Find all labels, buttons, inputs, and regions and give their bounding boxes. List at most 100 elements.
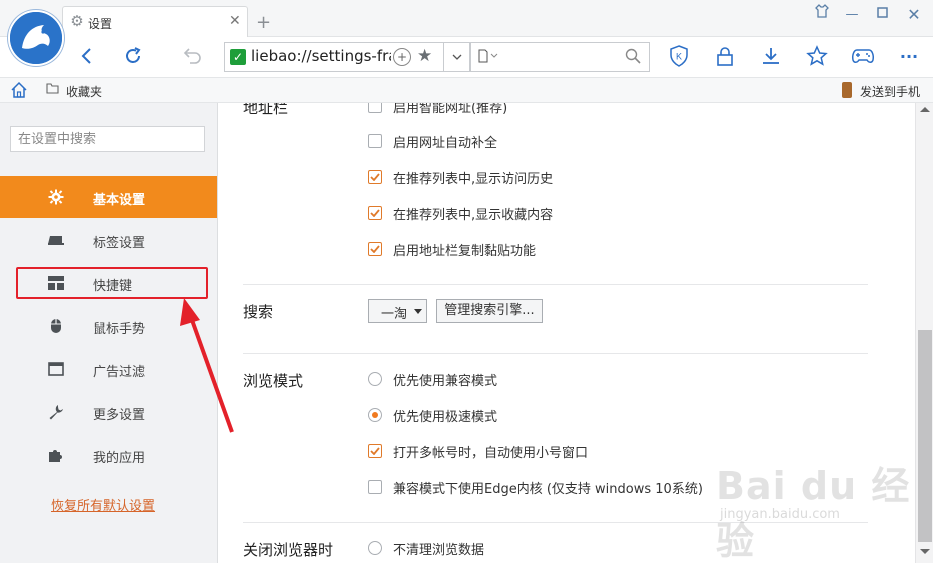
game-button[interactable] [848, 41, 878, 71]
option-copy-paste[interactable]: 启用地址栏复制黏贴功能 [368, 240, 536, 259]
undo-icon [183, 48, 201, 64]
checkmark-icon [370, 173, 380, 181]
checkmark-icon [370, 209, 380, 217]
skin-icon[interactable] [808, 4, 836, 26]
sidebar-item-label: 广告过滤 [93, 365, 146, 380]
new-tab-button[interactable]: + [256, 14, 271, 32]
refresh-button[interactable] [118, 41, 148, 71]
title-bar: ⚙ 设置 ✕ + — ✕ [0, 0, 933, 37]
bookmarks-bar: 收藏夹 发送到手机 [0, 78, 933, 103]
address-dropdown-button[interactable] [443, 43, 470, 71]
scroll-down-arrow-icon[interactable] [920, 549, 930, 554]
shield-icon: K [670, 45, 688, 67]
option-label: 打开多帐号时，自动使用小号窗口 [393, 445, 589, 461]
sidebar-item-ad-filter[interactable]: 广告过滤 [0, 348, 217, 390]
section-title-search: 搜索 [243, 303, 274, 321]
tab-title: 设置 [88, 17, 113, 31]
sidebar-item-my-apps[interactable]: 我的应用 [0, 434, 217, 476]
sidebar-item-label: 我的应用 [93, 451, 146, 466]
option-show-history[interactable]: 在推荐列表中,显示访问历史 [368, 168, 553, 187]
search-engine-icon[interactable] [477, 49, 499, 67]
undo-close-tab-button[interactable] [178, 41, 208, 71]
content-scrollbar[interactable] [915, 103, 933, 563]
window-close-button[interactable]: ✕ [900, 4, 928, 26]
toolbar-search-box[interactable] [470, 42, 650, 72]
sidebar-item-label: 更多设置 [93, 408, 146, 423]
option-keep-browsing-data[interactable]: 不清理浏览数据 [368, 539, 485, 558]
option-label: 启用网址自动补全 [393, 135, 498, 151]
sidebar-item-tab-settings[interactable]: 标签设置 [0, 219, 217, 261]
tab-settings[interactable]: ⚙ 设置 ✕ [62, 6, 248, 37]
download-button[interactable] [756, 41, 786, 71]
window-icon [48, 361, 64, 377]
bookmark-star-icon[interactable]: ★ [417, 46, 432, 66]
favorites-button[interactable] [802, 41, 832, 71]
restore-defaults-link[interactable]: 恢复所有默认设置 [51, 495, 155, 514]
chevron-down-icon [452, 54, 462, 60]
checkbox[interactable] [368, 103, 382, 113]
option-label: 优先使用极速模式 [393, 409, 498, 425]
section-title-on-close: 关闭浏览器时 [243, 541, 334, 559]
section-divider [243, 353, 868, 354]
option-smart-url[interactable]: 启用智能网址(推荐) [368, 103, 508, 116]
add-page-icon[interactable]: + [393, 48, 411, 66]
close-icon[interactable]: ✕ [229, 14, 241, 28]
section-divider [243, 522, 868, 523]
settings-search-input[interactable] [10, 126, 205, 152]
section-title-address-bar: 地址栏 [243, 103, 289, 117]
lock-icon [717, 47, 733, 66]
sidebar-item-more-settings[interactable]: 更多设置 [0, 391, 217, 433]
checkbox[interactable] [368, 134, 382, 148]
sidebar-item-mouse-gestures[interactable]: 鼠标手势 [0, 305, 217, 347]
download-icon [763, 48, 779, 64]
more-menu-button[interactable]: ··· [894, 41, 924, 71]
sidebar-item-label: 鼠标手势 [93, 322, 146, 337]
scrollbar-thumb[interactable] [918, 330, 932, 542]
tab-icon [48, 232, 64, 248]
search-engine-select[interactable]: 一淘 [368, 299, 427, 323]
secure-check-icon: ✓ [230, 49, 246, 65]
option-compat-mode[interactable]: 优先使用兼容模式 [368, 370, 497, 389]
checkbox-checked[interactable] [368, 444, 382, 458]
gear-icon: ⚙ [70, 12, 84, 30]
option-label: 不清理浏览数据 [393, 542, 485, 558]
send-to-phone-label[interactable]: 发送到手机 [860, 83, 920, 100]
checkbox-checked[interactable] [368, 206, 382, 220]
folder-icon [46, 83, 59, 98]
option-show-favorites[interactable]: 在推荐列表中,显示收藏内容 [368, 204, 553, 223]
minimize-button[interactable]: — [838, 4, 866, 26]
option-url-autocomplete[interactable]: 启用网址自动补全 [368, 132, 498, 151]
radio[interactable] [368, 372, 382, 386]
checkbox[interactable] [368, 480, 382, 494]
checkmark-icon [370, 245, 380, 253]
radio[interactable] [368, 541, 382, 555]
option-speed-mode[interactable]: 优先使用极速模式 [368, 406, 498, 425]
bookmarks-folder-label[interactable]: 收藏夹 [66, 83, 102, 100]
option-edge-kernel[interactable]: 兼容模式下使用Edge内核 (仅支持 windows 10系统) [368, 478, 703, 497]
option-multi-account-window[interactable]: 打开多帐号时，自动使用小号窗口 [368, 442, 589, 461]
shield-button[interactable]: K [664, 41, 694, 71]
phone-icon[interactable] [842, 82, 852, 98]
search-engine-value: 一淘 [381, 307, 408, 322]
address-bar[interactable]: ✓ liebao://settings-fra + ★ [224, 42, 470, 72]
manage-search-engines-button[interactable]: 管理搜索引擎... [436, 299, 543, 323]
search-icon[interactable] [625, 48, 641, 68]
checkbox-checked[interactable] [368, 242, 382, 256]
settings-sidebar: 基本设置 标签设置 快捷键 鼠标手势 广告过滤 更多设置 我的应 [0, 103, 218, 563]
section-title-browse-mode: 浏览模式 [243, 372, 304, 390]
browser-logo[interactable] [8, 10, 64, 66]
radio-selected[interactable] [368, 408, 382, 422]
option-label: 启用智能网址(推荐) [393, 103, 508, 116]
maximize-button[interactable] [868, 4, 896, 26]
checkbox-checked[interactable] [368, 170, 382, 184]
lock-button[interactable] [710, 41, 740, 71]
cheetah-logo-icon [10, 12, 62, 64]
section-divider [243, 284, 868, 285]
back-arrow-icon [81, 48, 91, 64]
sidebar-item-basic-settings[interactable]: 基本设置 [0, 176, 217, 218]
back-button[interactable] [72, 41, 102, 71]
refresh-icon [126, 47, 141, 63]
scroll-up-arrow-icon[interactable] [920, 107, 930, 112]
url-text[interactable]: liebao://settings-fra [251, 47, 391, 65]
home-icon[interactable] [10, 81, 28, 103]
